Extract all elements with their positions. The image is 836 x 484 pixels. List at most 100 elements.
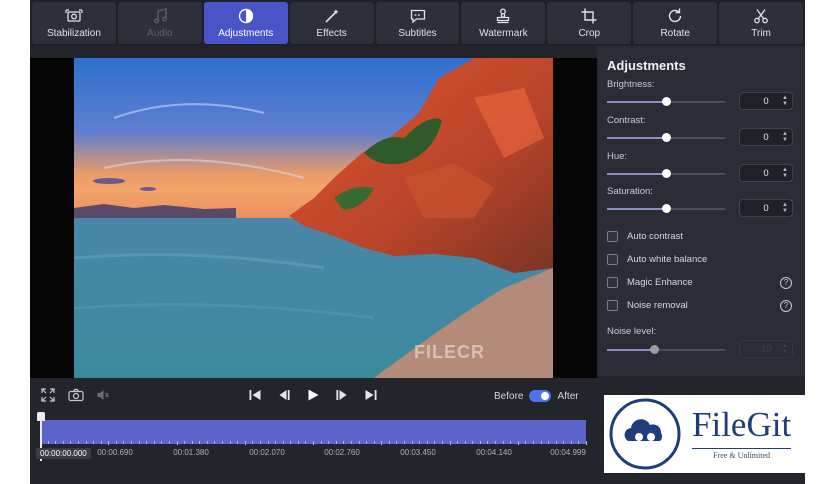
auto-contrast-checkbox[interactable]: Auto contrast — [607, 231, 683, 242]
tab-trim[interactable]: Trim — [719, 2, 804, 44]
saturation-stepper[interactable]: 0 ▲ ▼ — [739, 199, 793, 217]
fullscreen-icon[interactable] — [41, 388, 55, 402]
timeline-tick — [343, 441, 345, 444]
timeline[interactable]: 00:00:00.000 00:00.690 00:01.380 00:02.0… — [36, 412, 587, 472]
tab-label: Adjustments — [218, 28, 274, 39]
contrast-slider[interactable] — [607, 133, 725, 142]
timeline-tick — [184, 441, 186, 444]
noise-level-slider[interactable] — [607, 345, 725, 354]
timeline-tick — [214, 441, 216, 444]
before-after-switch[interactable]: Before After — [494, 390, 579, 402]
snapshot-camera-icon[interactable] — [68, 388, 84, 402]
play-icon[interactable] — [306, 388, 320, 402]
brightness-slider[interactable] — [607, 97, 725, 106]
rotate-icon — [668, 8, 682, 23]
hue-slider[interactable] — [607, 169, 725, 178]
tab-label: Stabilization — [46, 28, 101, 39]
checkbox-box[interactable] — [607, 254, 618, 265]
contrast-stepper[interactable]: 0 ▲ ▼ — [739, 128, 793, 146]
saturation-label: Saturation: — [607, 186, 653, 197]
checkbox-label: Magic Enhance — [627, 277, 693, 288]
brightness-stepper[interactable]: 0 ▲ ▼ — [739, 92, 793, 110]
checkbox-box[interactable] — [607, 231, 618, 242]
checkbox-box[interactable] — [607, 300, 618, 311]
time-mark: 00:02.070 — [249, 448, 285, 457]
volume-muted-icon[interactable] — [96, 388, 110, 402]
timeline-tick — [275, 441, 277, 444]
timeline-tick — [168, 441, 170, 444]
time-mark: 00:03.450 — [400, 448, 436, 457]
video-frame: FILECR — [74, 58, 553, 378]
timeline-tick — [222, 441, 223, 444]
tab-adjustments[interactable]: Adjustments — [203, 2, 288, 44]
timeline-tick — [457, 441, 459, 444]
stepper-arrows-icon[interactable]: ▲ ▼ — [782, 343, 788, 355]
next-frame-icon[interactable] — [335, 388, 349, 402]
timeline-tick — [449, 441, 451, 445]
stepper-value: 0 — [763, 202, 769, 214]
timeline-tick — [495, 441, 496, 444]
hue-stepper[interactable]: 0 ▲ ▼ — [739, 164, 793, 182]
timeline-tick — [404, 441, 405, 444]
speech-bubble-icon — [410, 9, 425, 24]
scissors-icon — [754, 9, 768, 24]
stepper-arrows-icon[interactable]: ▲ ▼ — [782, 131, 788, 143]
skip-to-end-icon[interactable] — [364, 388, 378, 402]
logo-name: FileGit — [692, 405, 792, 444]
timeline-tick — [578, 441, 580, 444]
timeline-tick — [396, 441, 398, 444]
auto-white-balance-checkbox[interactable]: Auto white balance — [607, 254, 707, 265]
tab-effects[interactable]: Effects — [289, 2, 374, 44]
stepper-arrows-icon[interactable]: ▲ ▼ — [782, 167, 788, 179]
checkbox-label: Noise removal — [627, 300, 688, 311]
stepper-arrows-icon[interactable]: ▲ ▼ — [782, 202, 788, 214]
tab-label: Subtitles — [398, 28, 437, 39]
timeline-tick — [62, 441, 64, 444]
filegit-logo: FileGit Free & Unlimited — [604, 395, 820, 473]
timeline-tick — [131, 441, 132, 444]
tab-label: Effects — [316, 28, 347, 39]
before-after-toggle[interactable] — [529, 390, 552, 402]
noise-level-stepper[interactable]: 10 ▲ ▼ — [739, 340, 793, 358]
tool-tabs: Stabilization Audio Adjustments Effects … — [30, 0, 805, 46]
timeline-tick — [373, 441, 375, 444]
saturation-slider[interactable] — [607, 204, 725, 213]
noise-removal-help-icon[interactable]: ? — [780, 300, 792, 312]
stepper-value: 0 — [763, 167, 769, 179]
before-label: Before — [494, 390, 524, 402]
tab-watermark[interactable]: Watermark — [461, 2, 546, 44]
tab-subtitles[interactable]: Subtitles — [375, 2, 460, 44]
panel-title: Adjustments — [607, 58, 686, 73]
timeline-tick — [517, 441, 519, 445]
timeline-tick — [138, 441, 140, 444]
time-mark: 00:01.380 — [173, 448, 209, 457]
skip-to-start-icon[interactable] — [248, 388, 262, 402]
magic-enhance-help-icon[interactable]: ? — [780, 277, 792, 289]
timeline-tick — [313, 441, 314, 445]
timeline-tick — [570, 441, 572, 444]
tab-stabilization[interactable]: Stabilization — [32, 2, 116, 44]
timeline-tick — [320, 441, 322, 444]
stepper-value: 0 — [763, 131, 769, 143]
timeline-tick — [108, 441, 110, 445]
contrast-icon — [238, 8, 253, 24]
tab-rotate[interactable]: Rotate — [633, 2, 718, 44]
tab-audio[interactable]: Audio — [117, 2, 202, 44]
tab-crop[interactable]: Crop — [547, 2, 632, 44]
checkbox-box[interactable] — [607, 277, 618, 288]
timeline-tick — [502, 441, 504, 444]
previous-frame-icon[interactable] — [277, 388, 291, 402]
magic-enhance-checkbox[interactable]: Magic Enhance — [607, 277, 692, 288]
timeline-tick — [464, 441, 466, 444]
brightness-label: Brightness: — [607, 79, 655, 90]
timeline-tick — [305, 441, 307, 444]
checkbox-label: Auto contrast — [627, 231, 683, 242]
playhead-handle[interactable] — [37, 412, 45, 421]
noise-removal-checkbox[interactable]: Noise removal — [607, 300, 688, 311]
current-time: 00:00:00.000 — [36, 448, 91, 459]
video-preview[interactable]: FILECR — [30, 58, 597, 378]
timeline-tick — [335, 441, 337, 444]
stepper-arrows-icon[interactable]: ▲ ▼ — [782, 95, 788, 107]
noise-level-label: Noise level: — [607, 326, 657, 337]
timeline-tick — [123, 441, 125, 444]
